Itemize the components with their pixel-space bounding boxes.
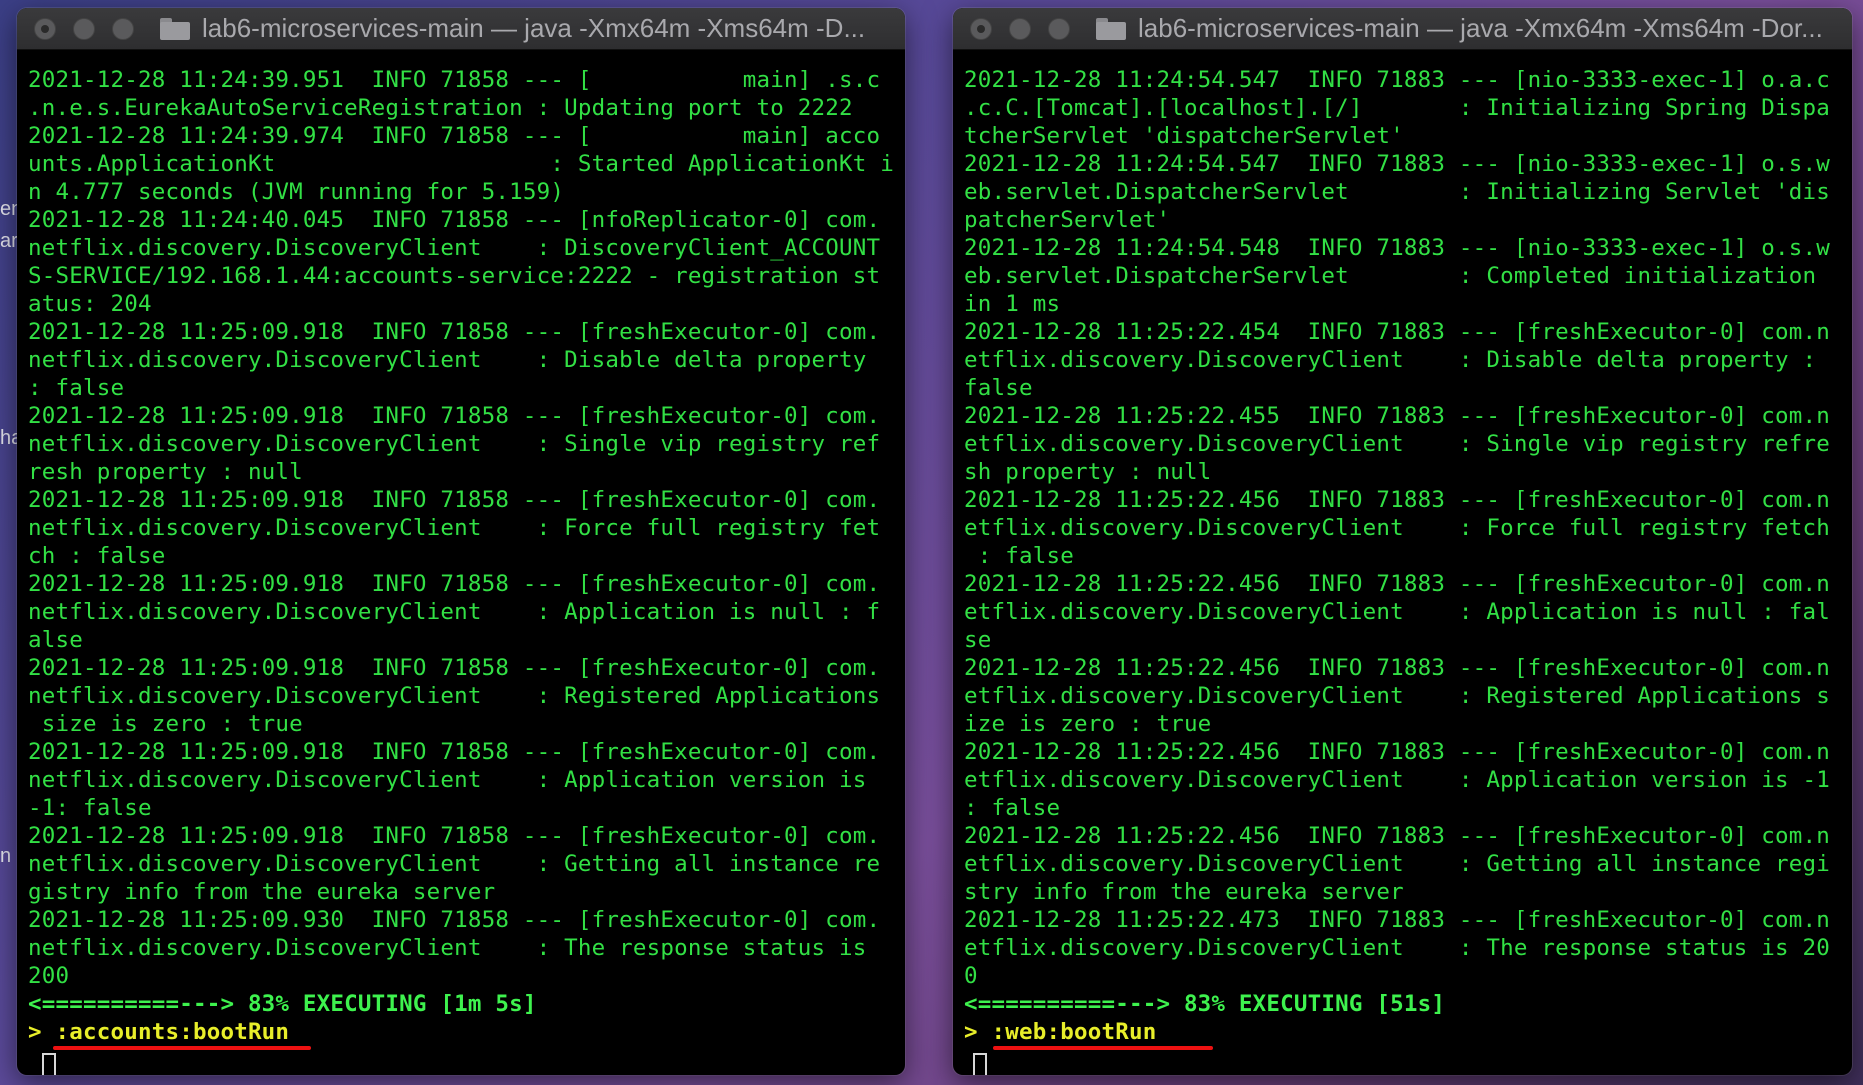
desktop-edge-text: ar — [0, 230, 18, 252]
log-line: etflix.discovery.DiscoveryClient : Disab… — [964, 347, 1817, 373]
log-line: 2021-12-28 11:25:22.456 INFO 71883 --- [… — [964, 487, 1831, 513]
window-title: lab6-microservices-main — java -Xmx64m -… — [1138, 13, 1823, 43]
running-task-line: > :accounts:bootRun — [28, 1019, 290, 1045]
log-line: 2021-12-28 11:25:22.456 INFO 71883 --- [… — [964, 571, 1831, 597]
log-lines: 2021-12-28 11:24:39.951 INFO 71858 --- [… — [28, 66, 897, 990]
log-line: 2021-12-28 11:25:22.454 INFO 71883 --- [… — [964, 319, 1831, 345]
title-bar[interactable]: lab6-microservices-main — java -Xmx64m -… — [953, 8, 1852, 50]
log-line: stry info from the eureka server — [964, 879, 1404, 905]
log-line: tcherServlet 'dispatcherServlet' — [964, 123, 1404, 149]
log-line: netflix.discovery.DiscoveryClient : Appl… — [28, 599, 881, 625]
log-line: se — [964, 627, 992, 653]
log-line: 200 — [28, 963, 70, 989]
log-line: false — [964, 375, 1033, 401]
terminal-window-web[interactable]: lab6-microservices-main — java -Xmx64m -… — [953, 8, 1852, 1075]
log-line: netflix.discovery.DiscoveryClient : Disa… — [28, 347, 867, 373]
log-line: 2021-12-28 11:24:54.547 INFO 71883 --- [… — [964, 67, 1831, 93]
log-line: 2021-12-28 11:25:09.918 INFO 71858 --- [… — [28, 487, 881, 513]
terminal-cursor — [973, 1053, 987, 1075]
log-line: etflix.discovery.DiscoveryClient : Singl… — [964, 431, 1831, 457]
log-line: 2021-12-28 11:24:54.547 INFO 71883 --- [… — [964, 151, 1831, 177]
title-bar[interactable]: lab6-microservices-main — java -Xmx64m -… — [17, 8, 905, 50]
terminal-output[interactable]: 2021-12-28 11:24:54.547 INFO 71883 --- [… — [964, 66, 1844, 1075]
log-line: etflix.discovery.DiscoveryClient : The r… — [964, 935, 1831, 961]
log-line: 2021-12-28 11:25:09.930 INFO 71858 --- [… — [28, 907, 881, 933]
red-underline-annotation — [53, 1046, 311, 1050]
log-line: 2021-12-28 11:24:54.548 INFO 71883 --- [… — [964, 235, 1831, 261]
folder-icon — [160, 17, 190, 40]
minimize-button[interactable] — [1009, 17, 1031, 40]
log-line: netflix.discovery.DiscoveryClient : Gett… — [28, 851, 881, 877]
log-line: patcherServlet' — [964, 207, 1171, 233]
log-line: eb.servlet.DispatcherServlet : Initializ… — [964, 179, 1831, 205]
window-controls — [970, 17, 1070, 40]
log-line: etflix.discovery.DiscoveryClient : Regis… — [964, 683, 1831, 709]
log-line: etflix.discovery.DiscoveryClient : Appli… — [964, 767, 1831, 793]
log-line: in 1 ms — [964, 291, 1061, 317]
zoom-button[interactable] — [112, 17, 134, 40]
log-line: 2021-12-28 11:25:09.918 INFO 71858 --- [… — [28, 823, 881, 849]
log-line: etflix.discovery.DiscoveryClient : Force… — [964, 515, 1831, 541]
build-status-line: <==========---> 83% EXECUTING [1m 5s] — [28, 991, 537, 1017]
terminal-cursor — [42, 1053, 56, 1075]
log-line: netflix.discovery.DiscoveryClient : Appl… — [28, 767, 867, 793]
log-line: netflix.discovery.DiscoveryClient : Sing… — [28, 431, 881, 457]
log-line: 2021-12-28 11:25:22.455 INFO 71883 --- [… — [964, 403, 1831, 429]
running-task-line: > :web:bootRun — [964, 1019, 1157, 1045]
log-line: -1: false — [28, 795, 152, 821]
window-title: lab6-microservices-main — java -Xmx64m -… — [202, 13, 866, 43]
log-line: gistry info from the eureka server — [28, 879, 496, 905]
log-line: 0 — [964, 963, 978, 989]
log-line: .n.e.s.EurekaAutoServiceRegistration : U… — [28, 95, 853, 121]
log-line: ize is zero : true — [964, 711, 1212, 737]
log-line: : false — [964, 543, 1074, 569]
log-lines: 2021-12-28 11:24:54.547 INFO 71883 --- [… — [964, 66, 1844, 990]
log-line: netflix.discovery.DiscoveryClient : The … — [28, 935, 867, 961]
log-line: unts.ApplicationKt : Started Application… — [28, 151, 895, 177]
log-line: netflix.discovery.DiscoveryClient : Disc… — [28, 235, 881, 261]
folder-icon — [1096, 17, 1126, 40]
terminal-output[interactable]: 2021-12-28 11:24:39.951 INFO 71858 --- [… — [28, 66, 897, 1075]
log-line: resh property : null — [28, 459, 303, 485]
log-line: ch : false — [28, 543, 166, 569]
log-line: etflix.discovery.DiscoveryClient : Getti… — [964, 851, 1831, 877]
build-status-line: <==========---> 83% EXECUTING [51s] — [964, 991, 1446, 1017]
log-line: alse — [28, 627, 83, 653]
log-line: atus: 204 — [28, 291, 152, 317]
terminal-window-accounts[interactable]: lab6-microservices-main — java -Xmx64m -… — [17, 8, 905, 1075]
log-line: etflix.discovery.DiscoveryClient : Appli… — [964, 599, 1831, 625]
log-line: netflix.discovery.DiscoveryClient : Regi… — [28, 683, 881, 709]
log-line: 2021-12-28 11:24:39.974 INFO 71858 --- [… — [28, 123, 881, 149]
log-line: .c.C.[Tomcat].[localhost].[/] : Initiali… — [964, 95, 1831, 121]
window-controls — [34, 17, 134, 40]
minimize-button[interactable] — [73, 17, 95, 40]
log-line: 2021-12-28 11:25:22.456 INFO 71883 --- [… — [964, 823, 1831, 849]
log-line: size is zero : true — [28, 711, 303, 737]
log-line: netflix.discovery.DiscoveryClient : Forc… — [28, 515, 881, 541]
close-button[interactable] — [34, 17, 56, 40]
close-button[interactable] — [970, 17, 992, 40]
log-line: : false — [28, 375, 125, 401]
desktop-edge-text: n — [0, 845, 12, 867]
log-line: 2021-12-28 11:25:22.456 INFO 71883 --- [… — [964, 655, 1831, 681]
log-line: : false — [964, 795, 1061, 821]
log-line: 2021-12-28 11:25:22.473 INFO 71883 --- [… — [964, 907, 1831, 933]
log-line: 2021-12-28 11:25:09.918 INFO 71858 --- [… — [28, 655, 881, 681]
log-line: 2021-12-28 11:25:09.918 INFO 71858 --- [… — [28, 403, 881, 429]
zoom-button[interactable] — [1048, 17, 1070, 40]
log-line: n 4.777 seconds (JVM running for 5.159) — [28, 179, 565, 205]
log-line: S-SERVICE/192.168.1.44:accounts-service:… — [28, 263, 881, 289]
red-underline-annotation — [993, 1046, 1213, 1050]
log-line: 2021-12-28 11:25:09.918 INFO 71858 --- [… — [28, 319, 881, 345]
log-line: 2021-12-28 11:25:09.918 INFO 71858 --- [… — [28, 739, 881, 765]
log-line: 2021-12-28 11:24:39.951 INFO 71858 --- [… — [28, 67, 881, 93]
log-line: 2021-12-28 11:25:09.918 INFO 71858 --- [… — [28, 571, 881, 597]
log-line: eb.servlet.DispatcherServlet : Completed… — [964, 263, 1817, 289]
log-line: 2021-12-28 11:25:22.456 INFO 71883 --- [… — [964, 739, 1831, 765]
log-line: sh property : null — [964, 459, 1212, 485]
log-line: 2021-12-28 11:24:40.045 INFO 71858 --- [… — [28, 207, 881, 233]
